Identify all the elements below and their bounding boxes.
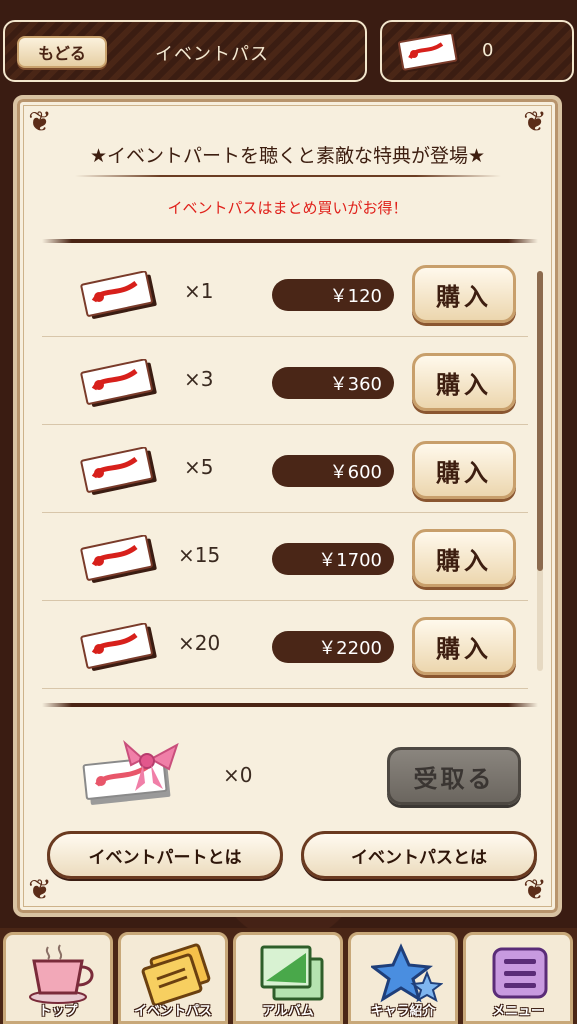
offer-price: ￥600 <box>272 455 394 487</box>
tickets-icon <box>141 943 211 1005</box>
pass-counter: 0 <box>380 20 574 82</box>
nav-item-top[interactable]: トップ <box>3 932 113 1024</box>
buy-button[interactable]: 購入 <box>412 441 516 499</box>
buy-button[interactable]: 購入 <box>412 529 516 587</box>
offer-quantity: ×20 <box>178 631 221 655</box>
offer-row: ×20 ￥2200 購入 <box>42 601 528 689</box>
event-pass-ticket-icon <box>80 623 157 671</box>
event-pass-panel: ❦ ❦ ❦ ❦ ★イベントパートを聴くと素敵な特典が登場★ イベントパスはまとめ… <box>13 95 562 917</box>
buy-button[interactable]: 購入 <box>412 353 516 411</box>
bonus-quantity: ×0 <box>223 763 253 787</box>
offer-row: ×3 ￥360 購入 <box>42 337 528 425</box>
nav-item-event-pass[interactable]: イベントパス <box>118 932 228 1024</box>
offer-price: ￥360 <box>272 367 394 399</box>
divider <box>42 703 538 707</box>
gift-ticket-icon <box>82 740 179 805</box>
offer-row: ×5 ￥600 購入 <box>42 425 528 513</box>
offer-row: ×15 ￥1700 購入 <box>42 513 528 601</box>
offer-row: ×1 ￥120 購入 <box>42 249 528 337</box>
headline: ★イベントパートを聴くと素敵な特典が登場★ <box>89 145 486 167</box>
star-icon <box>371 943 443 1003</box>
header-bar: もどる イベントパス <box>3 20 367 82</box>
divider <box>75 175 501 177</box>
offer-quantity: ×1 <box>184 279 214 303</box>
buy-button[interactable]: 購入 <box>412 265 516 323</box>
coffee-cup-icon <box>29 944 94 1004</box>
ornament-icon: ❦ <box>523 105 547 138</box>
event-pass-ticket-icon <box>80 535 157 583</box>
album-icon <box>260 945 324 1001</box>
nav-item-menu[interactable]: メニュー <box>463 932 573 1024</box>
nav-item-album[interactable]: アルバム <box>233 932 343 1024</box>
ornament-icon: ❦ <box>523 873 547 906</box>
ornament-icon: ❦ <box>28 105 52 138</box>
event-pass-ticket-icon <box>398 34 460 72</box>
back-button[interactable]: もどる <box>17 36 107 68</box>
offer-price: ￥120 <box>272 279 394 311</box>
event-pass-ticket-icon <box>80 271 157 319</box>
nav-label: メニュー <box>491 1004 544 1019</box>
receive-button[interactable]: 受取る <box>387 747 521 805</box>
offer-price: ￥1700 <box>272 543 394 575</box>
bottom-nav: トップ イベントパス アルバム キャラ紹介 メニュー <box>0 928 577 1024</box>
offer-quantity: ×15 <box>178 543 221 567</box>
event-pass-ticket-icon <box>80 359 157 407</box>
scroll-thumb[interactable] <box>537 271 543 571</box>
promo-notice: イベントパスはまとめ買いがお得！ <box>167 199 408 217</box>
ornament-icon: ❦ <box>28 873 52 906</box>
nav-label: トップ <box>38 1004 78 1019</box>
nav-label: キャラ紹介 <box>370 1004 436 1019</box>
page-title: イベントパス <box>155 44 269 65</box>
pass-count: 0 <box>482 40 494 61</box>
buy-button[interactable]: 購入 <box>412 617 516 675</box>
offer-list: ×1 ￥120 購入 ×3 ￥360 購入 ×5 ￥600 購入 ×15 ￥17… <box>42 249 528 693</box>
event-pass-ticket-icon <box>80 447 157 495</box>
offer-price: ￥2200 <box>272 631 394 663</box>
menu-icon <box>492 947 548 999</box>
offer-quantity: ×3 <box>184 367 214 391</box>
offer-list-scrollbar[interactable] <box>537 271 543 671</box>
event-part-info-button[interactable]: イベントパートとは <box>47 831 283 879</box>
offer-quantity: ×5 <box>184 455 214 479</box>
nav-label: イベントパス <box>133 1004 212 1019</box>
divider <box>42 239 538 243</box>
nav-label: アルバム <box>262 1004 314 1019</box>
nav-item-characters[interactable]: キャラ紹介 <box>348 932 458 1024</box>
event-pass-info-button[interactable]: イベントパスとは <box>301 831 537 879</box>
